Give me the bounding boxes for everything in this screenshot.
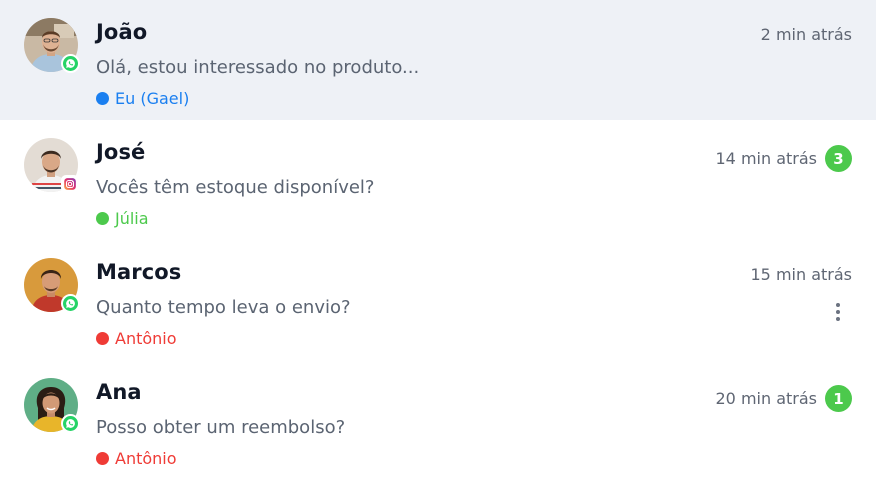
- avatar: [24, 18, 80, 73]
- agent-name: Antônio: [115, 449, 177, 468]
- agent-status-dot: [96, 332, 109, 345]
- avatar: [24, 138, 79, 193]
- message-time: 2 min atrás: [760, 25, 852, 44]
- message-time: 20 min atrás: [715, 389, 818, 408]
- conversation-item-joao[interactable]: João Olá, estou interessado no produto..…: [0, 0, 876, 120]
- avatar: [24, 378, 80, 433]
- assigned-agent: Eu (Gael): [96, 89, 189, 108]
- last-message: Quanto tempo leva o envio?: [96, 297, 351, 318]
- more-options-icon[interactable]: [832, 298, 844, 326]
- agent-name: Júlia: [115, 209, 149, 228]
- agent-status-dot: [96, 92, 109, 105]
- whatsapp-icon: [61, 294, 80, 313]
- message-time-container: 2 min atrás: [761, 25, 852, 44]
- assigned-agent: Antônio: [96, 449, 177, 468]
- conversation-list: João Olá, estou interessado no produto..…: [0, 0, 876, 480]
- agent-name: Eu (Gael): [115, 89, 190, 108]
- unread-count-badge: 3: [825, 145, 852, 172]
- conversation-item-ana[interactable]: Ana Posso obter um reembolso? Antônio 20…: [0, 360, 876, 480]
- contact-name: Ana: [96, 380, 142, 404]
- message-time-container: 20 min atrás 1: [715, 385, 852, 412]
- message-time-container: 14 min atrás 3: [715, 145, 852, 172]
- contact-name: Marcos: [96, 260, 182, 284]
- agent-status-dot: [96, 452, 109, 465]
- contact-name: José: [96, 140, 146, 164]
- assigned-agent: Antônio: [96, 329, 177, 348]
- contact-name: João: [96, 20, 148, 44]
- avatar: [24, 258, 80, 313]
- conversation-item-jose[interactable]: José Vocês têm estoque disponível? Júlia…: [0, 120, 876, 240]
- last-message: Vocês têm estoque disponível?: [96, 177, 375, 198]
- last-message: Posso obter um reembolso?: [96, 417, 346, 438]
- message-time: 14 min atrás: [715, 149, 818, 168]
- message-time: 15 min atrás: [750, 265, 853, 284]
- conversation-item-marcos[interactable]: Marcos Quanto tempo leva o envio? Antôni…: [0, 240, 876, 360]
- agent-name: Antônio: [115, 329, 177, 348]
- instagram-icon: [61, 175, 79, 193]
- unread-count-badge: 1: [825, 385, 852, 412]
- whatsapp-icon: [61, 54, 80, 73]
- assigned-agent: Júlia: [96, 209, 149, 228]
- agent-status-dot: [96, 212, 109, 225]
- last-message: Olá, estou interessado no produto...: [96, 57, 420, 78]
- message-time-container: 15 min atrás: [751, 265, 853, 284]
- whatsapp-icon: [61, 414, 80, 433]
